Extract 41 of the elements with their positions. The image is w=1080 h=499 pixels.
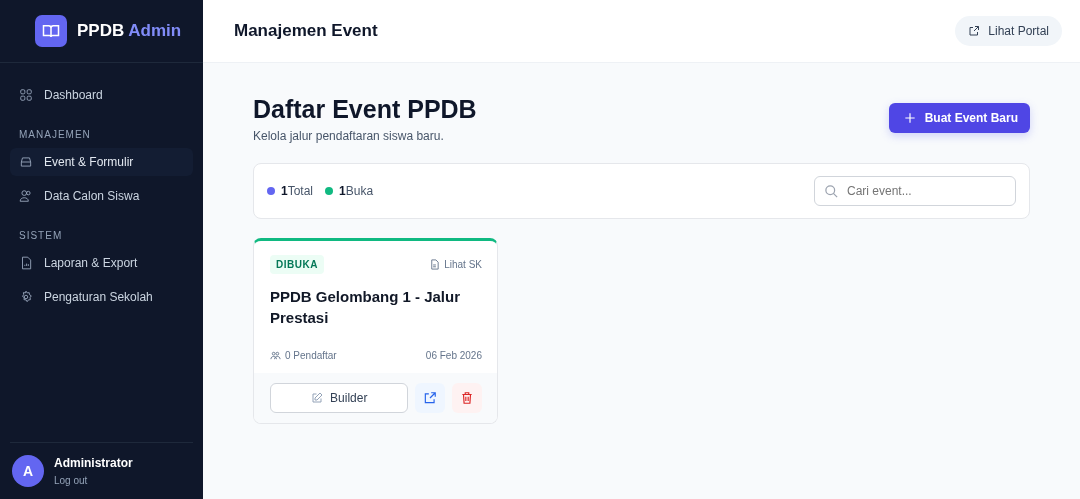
stat-label: 1Total (281, 184, 314, 198)
header-title: Manajemen Event (234, 21, 378, 41)
external-link-icon (423, 391, 438, 405)
nav-section-label: MANAJEMEN (18, 128, 92, 142)
registrant-count: 0 Pendaftar (285, 350, 337, 361)
edit-icon (311, 392, 324, 404)
users-icon (270, 350, 281, 361)
event-title: PPDB Gelombang 1 - Jalur Prestasi (270, 287, 462, 328)
book-logo-icon (35, 15, 67, 47)
sidebar-item[interactable]: Data Calon Siswa (10, 182, 193, 210)
sidebar-item[interactable]: Laporan & Export (10, 249, 193, 277)
plus-icon (902, 111, 917, 125)
trash-icon (460, 391, 475, 405)
stat-label: 1Buka (339, 184, 374, 198)
user-avatar: A (12, 455, 44, 487)
users-icon (19, 189, 33, 203)
tray-icon (19, 155, 33, 169)
nav-section-label: SISTEM (18, 229, 64, 243)
portal-button[interactable]: Lihat Portal (955, 16, 1062, 46)
sidebar-item[interactable]: Dashboard (10, 81, 193, 109)
logout-link[interactable]: Log out (54, 475, 133, 486)
page-title: Daftar Event PPDB (253, 95, 477, 124)
open-link-button[interactable] (415, 383, 446, 413)
create-event-button[interactable]: Buat Event Baru (888, 103, 1030, 133)
settings-icon (19, 290, 33, 304)
brand-name: PPDB Admin (77, 21, 182, 41)
status-badge: DIBUKA (270, 255, 324, 274)
sidebar-item[interactable]: Event & Formulir (10, 148, 193, 176)
document-icon (429, 259, 441, 270)
dashboard-grid-icon (19, 88, 33, 102)
external-link-icon (968, 25, 981, 37)
delete-button[interactable] (452, 383, 482, 413)
page-subtitle: Kelola jalur pendaftaran siswa baru. (253, 129, 445, 143)
search-field[interactable]: Cari event... (814, 176, 1016, 206)
event-date: 06 Feb 2026 (425, 350, 482, 361)
view-sk-link[interactable]: Lihat SK (429, 259, 482, 270)
sidebar-item[interactable]: Pengaturan Sekolah (10, 283, 193, 311)
search-icon (824, 184, 839, 199)
builder-button[interactable]: Builder (270, 383, 409, 413)
user-name: Administrator (54, 456, 133, 470)
document-chart-icon (19, 256, 33, 270)
